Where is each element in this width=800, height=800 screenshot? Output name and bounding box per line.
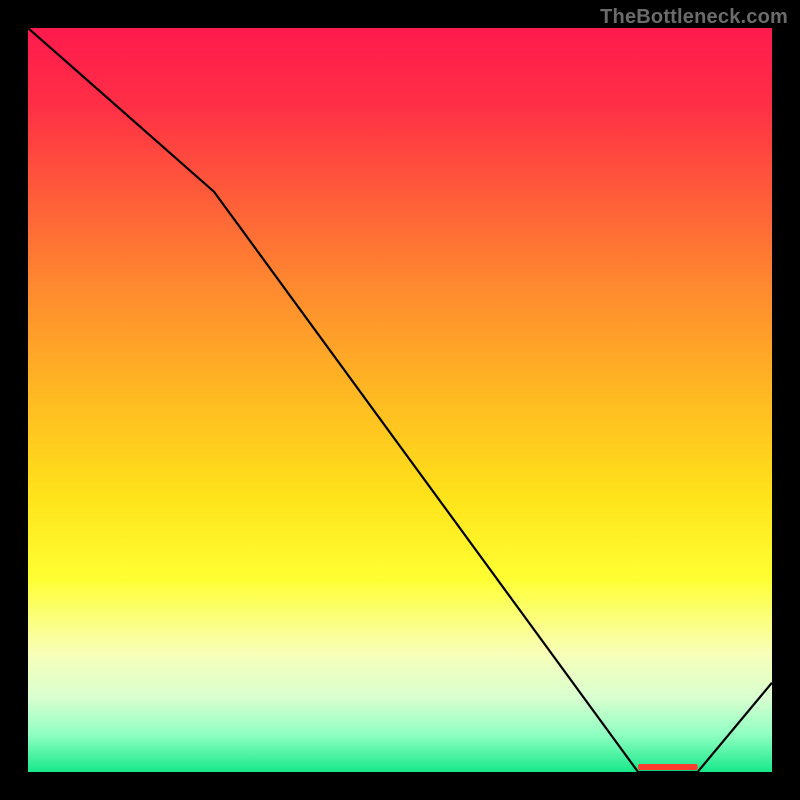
frame-left [0,0,28,800]
frame-right [772,0,800,800]
frame-bottom [0,772,800,800]
optimal-marker [638,764,698,770]
chart-stage: TheBottleneck.com [0,0,800,800]
bottleneck-chart [0,0,800,800]
watermark-text: TheBottleneck.com [600,6,788,29]
plot-background [28,28,772,772]
